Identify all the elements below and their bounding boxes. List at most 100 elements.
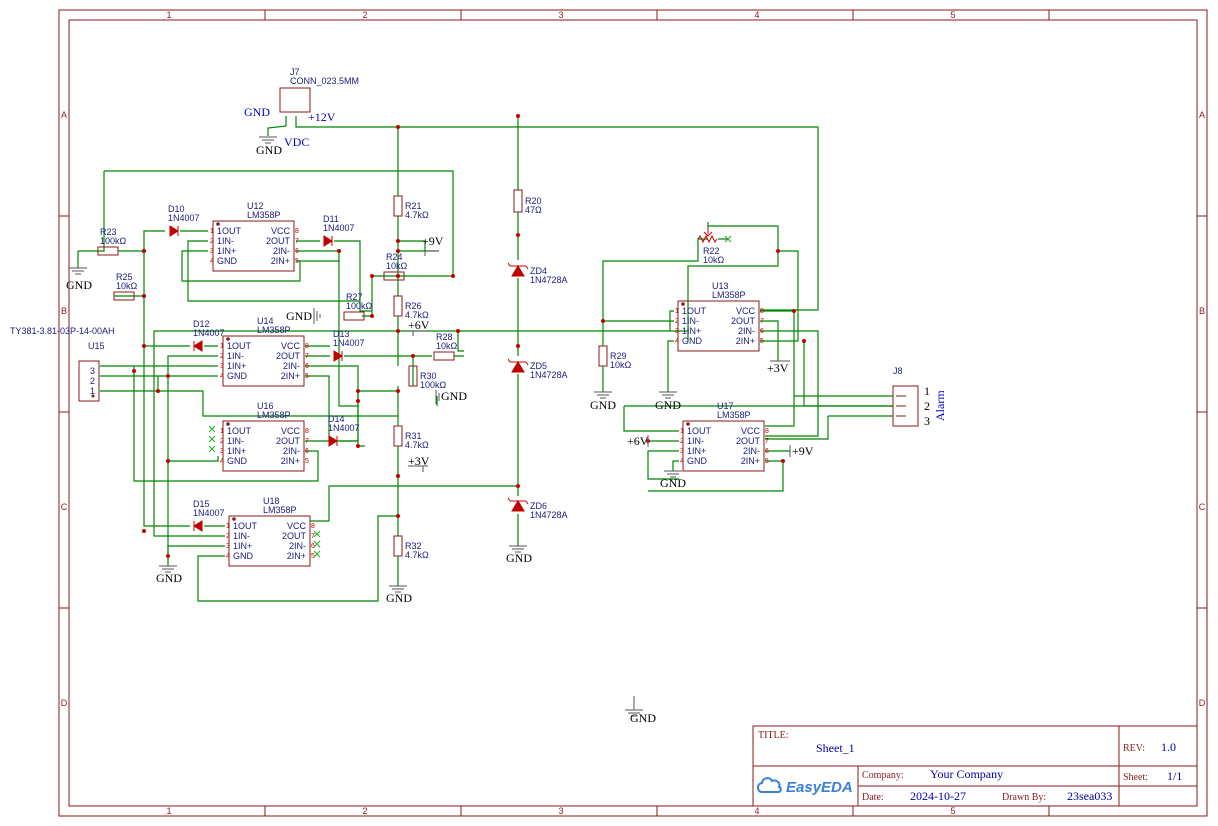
u12-opamp[interactable]: U12LM358P1OUT1 VCC 81IN-2 2OUT 71IN+3 2IN- 6GN… xyxy=(210,201,299,272)
u17-opamp[interactable]: U17LM358P1OUT1 VCC 81IN-2 2OUT 71IN+3 2IN- 6GN… xyxy=(680,401,769,472)
net-3v-right: +3V xyxy=(767,361,789,375)
u17-pinnum-8: 8 xyxy=(765,428,769,435)
u12-pin-1in: 1IN+ xyxy=(217,246,236,256)
u17-pinnum-2: 2 xyxy=(680,438,684,445)
u12-pin-2in: 2IN- xyxy=(273,246,290,256)
r20-labels: R2047Ω xyxy=(525,196,542,215)
j8-pin-3: 3 xyxy=(924,414,930,428)
gnd-label-u17: GND xyxy=(660,476,686,490)
u18-pin-gnd: GND xyxy=(233,551,254,561)
zd4-labels: ZD41N4728A xyxy=(530,266,568,285)
u17-pin-gnd: GND xyxy=(687,456,708,466)
u14-pin-1in: 1IN+ xyxy=(227,361,246,371)
u17-pin-1in: 1IN+ xyxy=(687,446,706,456)
svg-text:1N4728A: 1N4728A xyxy=(530,510,568,520)
svg-text:10kΩ: 10kΩ xyxy=(116,281,138,291)
svg-text:47Ω: 47Ω xyxy=(525,205,542,215)
u14-pin-1in: 1IN- xyxy=(227,351,244,361)
tb-title: Sheet_1 xyxy=(816,741,855,755)
u12-pin-2out: 2OUT xyxy=(266,236,291,246)
gnd-label-r32: GND xyxy=(386,591,412,605)
r23-labels: R23100kΩ xyxy=(100,227,127,246)
u13-pin-2in: 2IN- xyxy=(738,326,755,336)
u18-pinnum-8: 8 xyxy=(311,523,315,530)
frame-row-a-left: A xyxy=(61,110,67,120)
gnd-label-left: GND xyxy=(66,278,92,292)
u16-pin-2in: 2IN- xyxy=(283,446,300,456)
frame-row-b-right: B xyxy=(1199,306,1205,316)
r21-labels: R214.7kΩ xyxy=(405,201,429,220)
u14-pinnum-8: 8 xyxy=(305,343,309,350)
j8-alarm-connector[interactable]: J8 1 2 3 Alarm xyxy=(892,366,947,428)
u14-pinnum-5: 5 xyxy=(305,373,309,380)
u18-pin-2in: 2IN+ xyxy=(287,551,306,561)
d15-labels: D151N4007 xyxy=(193,499,225,518)
gnd-label-zd6: GND xyxy=(506,551,532,565)
u12-pin-1out: 1OUT xyxy=(217,226,242,236)
u18-value: LM358P xyxy=(263,505,297,515)
u14-pinnum-3: 3 xyxy=(220,363,224,370)
u16-pin-vcc: VCC xyxy=(281,426,301,436)
svg-text:1N4728A: 1N4728A xyxy=(530,275,568,285)
svg-text:4.7kΩ: 4.7kΩ xyxy=(405,550,429,560)
u14-pinnum-6: 6 xyxy=(305,363,309,370)
u12-pinnum-7: 7 xyxy=(295,238,299,245)
u12-pin-1in: 1IN- xyxy=(217,236,234,246)
u18-pin-2out: 2OUT xyxy=(282,531,307,541)
easyeda-wordmark: EasyEDA xyxy=(786,779,853,796)
u16-pin-2in: 2IN+ xyxy=(281,456,300,466)
j7-value: CONN_023.5MM xyxy=(290,76,359,86)
net-6v-mid: +6V xyxy=(408,318,430,332)
u12-pinnum-1: 1 xyxy=(210,228,214,235)
drawing-frame xyxy=(58,9,1208,817)
j7-vdc-net: VDC xyxy=(284,135,309,149)
u14-opamp[interactable]: U14LM358P1OUT1 VCC 81IN-2 2OUT 71IN+3 2IN- 6GN… xyxy=(220,316,309,387)
u16-pinnum-1: 1 xyxy=(220,428,224,435)
tb-rev: 1.0 xyxy=(1161,740,1176,754)
u13-pin-1out: 1OUT xyxy=(682,306,707,316)
u16-opamp[interactable]: U16LM358P1OUT1 VCC 81IN-2 2OUT 71IN+3 2IN- 6GN… xyxy=(220,401,309,472)
u18-pin-vcc: VCC xyxy=(287,521,307,531)
frame-col-4-top: 4 xyxy=(754,10,759,20)
net-9v-top: +9V xyxy=(422,234,444,248)
net-6v-right: +6V xyxy=(627,434,649,448)
u17-pin-2in: 2IN+ xyxy=(741,456,760,466)
u18-pin-1in: 1IN+ xyxy=(233,541,252,551)
u13-pinnum-1: 1 xyxy=(675,308,679,315)
j7-12v-net: +12V xyxy=(308,110,336,124)
u13-pin-vcc: VCC xyxy=(736,306,756,316)
u16-pinnum-2: 2 xyxy=(220,438,224,445)
u18-opamp[interactable]: U18LM358P1OUT1 VCC 81IN-2 2OUT 71IN+3 2IN- 6GN… xyxy=(226,496,315,567)
zener-labels: ZD41N4728A ZD51N4728A ZD61N4728A xyxy=(530,266,568,520)
svg-text:1N4007: 1N4007 xyxy=(323,223,355,233)
frame-col-5-top: 5 xyxy=(950,10,955,20)
u15-pin-1: 1 xyxy=(90,386,95,396)
j8-pin-1: 1 xyxy=(924,384,930,398)
u13-pin-2in: 2IN+ xyxy=(736,336,755,346)
diode-symbols xyxy=(169,225,343,532)
u18-pin-1out: 1OUT xyxy=(233,521,258,531)
d14-labels: D141N4007 xyxy=(328,414,360,433)
r27-labels: R27100kΩ xyxy=(346,292,373,311)
svg-text:1N4728A: 1N4728A xyxy=(530,370,568,380)
frame-row-a-right: A xyxy=(1199,110,1205,120)
u16-pin-1in: 1IN- xyxy=(227,436,244,446)
tb-company-label: Company: xyxy=(862,770,904,781)
u12-pinnum-4: 4 xyxy=(210,258,214,265)
gnd-labels: GND GND GND GND GND GND GND GND GND GND … xyxy=(66,143,686,725)
frame-col-3-bottom: 3 xyxy=(558,806,563,816)
d11-labels: D111N4007 xyxy=(323,214,355,233)
u13-pinnum-2: 2 xyxy=(675,318,679,325)
frame-col-1-bottom: 1 xyxy=(166,806,171,816)
svg-text:100kΩ: 100kΩ xyxy=(346,301,373,311)
u18-pinnum-3: 3 xyxy=(226,543,230,550)
j8-alarm-label: Alarm xyxy=(933,390,947,421)
u13-pin-2out: 2OUT xyxy=(731,316,756,326)
u13-pinnum-7: 7 xyxy=(760,318,764,325)
u18-pin-2in: 2IN- xyxy=(289,541,306,551)
frame-col-1-top: 1 xyxy=(166,10,171,20)
gnd-label-j7: GND xyxy=(256,143,282,157)
u15-terminal-block[interactable]: TY381-3.81-03P-14-00AH U15 3 2 1 xyxy=(10,326,115,402)
u14-pin-2out: 2OUT xyxy=(276,351,301,361)
u18-pinnum-1: 1 xyxy=(226,523,230,530)
